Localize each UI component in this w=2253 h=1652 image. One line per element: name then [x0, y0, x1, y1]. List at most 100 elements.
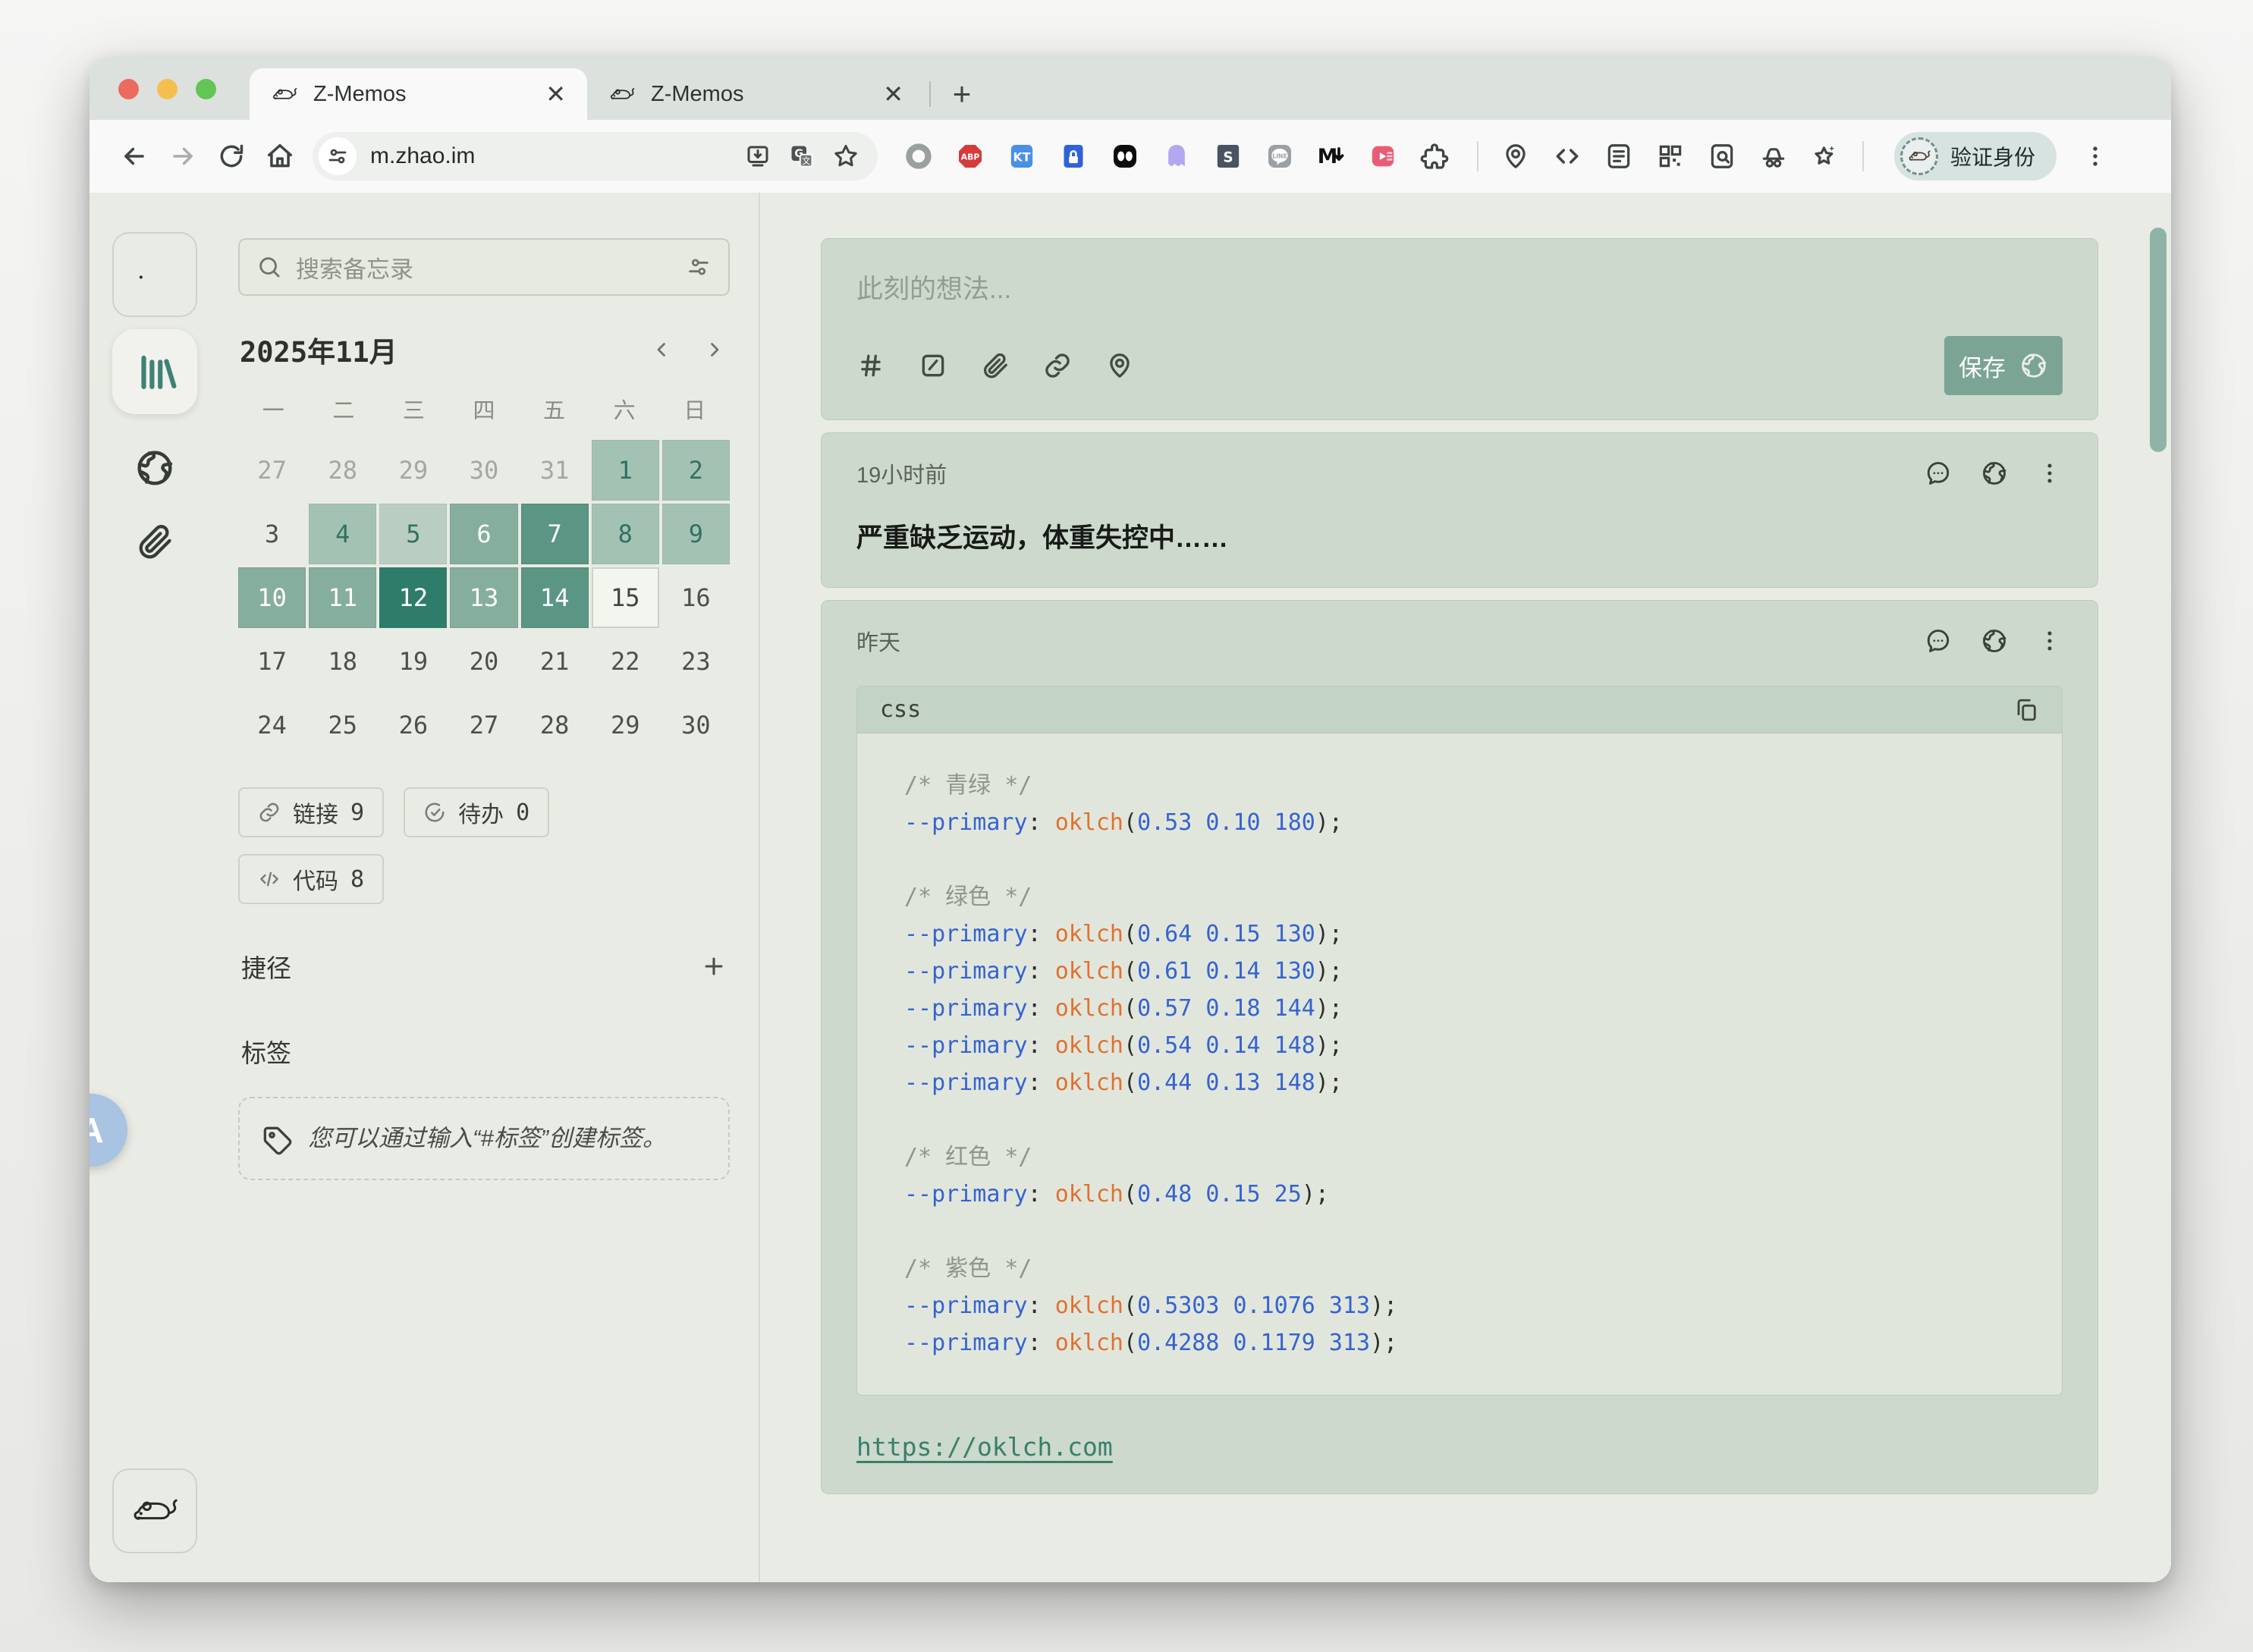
calendar-day[interactable]: 31	[521, 440, 589, 501]
bookmark-sparkle-icon[interactable]	[1811, 142, 1840, 171]
comment-icon[interactable]	[1925, 460, 1952, 487]
calendar-day[interactable]: 30	[662, 695, 730, 755]
scrollbar-thumb[interactable]	[2150, 228, 2167, 452]
editor-placeholder[interactable]: 此刻的想法...	[856, 268, 2063, 306]
calendar-day[interactable]: 21	[521, 631, 589, 692]
location-icon[interactable]	[1105, 351, 1134, 380]
home-button[interactable]	[258, 134, 302, 178]
calendar-next-icon[interactable]	[702, 338, 725, 361]
calendar-day[interactable]: 28	[521, 695, 589, 755]
hash-tag-icon[interactable]	[856, 351, 885, 380]
translate-page-icon[interactable]: G文	[788, 143, 815, 170]
add-shortcut-icon[interactable]	[701, 953, 727, 979]
tab-close-icon[interactable]: ✕	[545, 82, 566, 106]
calendar-day[interactable]: 24	[238, 695, 306, 755]
calendar-day[interactable]: 25	[309, 695, 376, 755]
calendar-day[interactable]: 13	[450, 567, 517, 628]
comment-icon[interactable]	[1925, 627, 1952, 655]
tab-active[interactable]: Z-Memos ✕	[250, 68, 587, 120]
calendar-day[interactable]: 19	[379, 631, 447, 692]
calendar-day[interactable]: 7	[521, 504, 589, 564]
search-filter-icon[interactable]	[686, 254, 712, 280]
calendar-day[interactable]: 11	[309, 567, 376, 628]
extension-donut-icon[interactable]	[903, 141, 934, 171]
calendar-day[interactable]: 15	[592, 567, 659, 628]
app-logo-mouse-icon[interactable]	[112, 232, 197, 317]
calendar-day[interactable]: 4	[309, 504, 376, 564]
calendar-day[interactable]: 29	[379, 440, 447, 501]
search-input[interactable]: 搜索备忘录	[238, 238, 730, 296]
calendar-day[interactable]: 22	[592, 631, 659, 692]
copy-code-icon[interactable]	[2013, 697, 2039, 723]
tab-close-icon[interactable]: ✕	[883, 82, 903, 106]
calendar-day[interactable]: 18	[309, 631, 376, 692]
extensions-puzzle-icon[interactable]	[1419, 141, 1450, 171]
url-text[interactable]: m.zhao.im	[370, 143, 731, 169]
incognito-icon[interactable]	[1759, 142, 1788, 171]
calendar-day[interactable]: 1	[592, 440, 659, 501]
nav-attachments-paperclip-icon[interactable]	[135, 522, 174, 561]
stat-links[interactable]: 链接 9	[238, 787, 384, 837]
maximize-window-button[interactable]	[196, 79, 216, 99]
calendar-day[interactable]: 28	[309, 440, 376, 501]
memo-editor[interactable]: 此刻的想法...	[821, 238, 2098, 420]
calendar-day[interactable]: 14	[521, 567, 589, 628]
calendar-day[interactable]: 29	[592, 695, 659, 755]
browser-menu-icon[interactable]	[2073, 134, 2117, 178]
memo-menu-icon[interactable]	[2037, 628, 2063, 654]
visibility-globe-icon[interactable]	[1981, 627, 2008, 655]
attach-paperclip-icon[interactable]	[981, 351, 1010, 380]
calendar-day[interactable]: 8	[592, 504, 659, 564]
calendar-day[interactable]: 30	[450, 440, 517, 501]
nav-explore-globe-icon[interactable]	[134, 448, 175, 488]
extension-adblock-icon[interactable]: ABP	[955, 141, 985, 171]
extension-line-icon[interactable]: LINE	[1265, 141, 1295, 171]
search-page-icon[interactable]	[1708, 142, 1736, 171]
stat-code[interactable]: 代码 8	[238, 854, 384, 904]
extension-s-icon[interactable]: S	[1213, 141, 1243, 171]
calendar-day[interactable]: 17	[238, 631, 306, 692]
bookmark-star-icon[interactable]	[832, 143, 859, 170]
calendar-prev-icon[interactable]	[651, 338, 674, 361]
qr-code-icon[interactable]	[1656, 142, 1685, 171]
memo-menu-icon[interactable]	[2037, 460, 2063, 486]
calendar-day[interactable]: 9	[662, 504, 730, 564]
nav-memos-library-button[interactable]	[112, 329, 197, 414]
extension-markdown-download-icon[interactable]: M	[1316, 141, 1346, 171]
edit-square-icon[interactable]	[919, 351, 947, 380]
calendar-day[interactable]: 12	[379, 567, 447, 628]
extension-privacy-lock-icon[interactable]	[1058, 141, 1089, 171]
calendar-day[interactable]: 2	[662, 440, 730, 501]
extension-video-playlist-icon[interactable]	[1368, 141, 1398, 171]
save-button[interactable]: 保存	[1944, 336, 2063, 395]
calendar-day[interactable]: 20	[450, 631, 517, 692]
calendar-day[interactable]: 3	[238, 504, 306, 564]
address-bar[interactable]: m.zhao.im G文	[313, 132, 878, 181]
calendar-day[interactable]: 10	[238, 567, 306, 628]
profile-chip[interactable]: 验证身份	[1894, 132, 2057, 181]
calendar-day[interactable]: 23	[662, 631, 730, 692]
calendar-day[interactable]: 5	[379, 504, 447, 564]
memo-link[interactable]: https://oklch.com	[856, 1432, 1113, 1462]
new-tab-button[interactable]: +	[941, 74, 982, 115]
extension-kt-icon[interactable]: KT	[1007, 141, 1037, 171]
forward-button[interactable]	[161, 134, 205, 178]
location-pin-icon[interactable]	[1501, 142, 1530, 171]
extension-eyes-icon[interactable]	[1110, 141, 1140, 171]
calendar-day[interactable]: 27	[238, 440, 306, 501]
minimize-window-button[interactable]	[157, 79, 178, 99]
calendar-day[interactable]: 27	[450, 695, 517, 755]
install-app-icon[interactable]	[744, 143, 771, 170]
visibility-globe-icon[interactable]	[1981, 460, 2008, 487]
reading-list-icon[interactable]	[1604, 142, 1633, 171]
extension-ghost-icon[interactable]	[1161, 141, 1192, 171]
calendar-day[interactable]: 26	[379, 695, 447, 755]
stat-todo[interactable]: 待办 0	[404, 787, 549, 837]
back-button[interactable]	[112, 134, 156, 178]
code-brackets-icon[interactable]	[1553, 142, 1582, 171]
reload-button[interactable]	[209, 134, 253, 178]
calendar-day[interactable]: 6	[450, 504, 517, 564]
site-settings-icon[interactable]	[319, 137, 357, 175]
close-window-button[interactable]	[118, 79, 139, 99]
insert-link-icon[interactable]	[1043, 351, 1072, 380]
